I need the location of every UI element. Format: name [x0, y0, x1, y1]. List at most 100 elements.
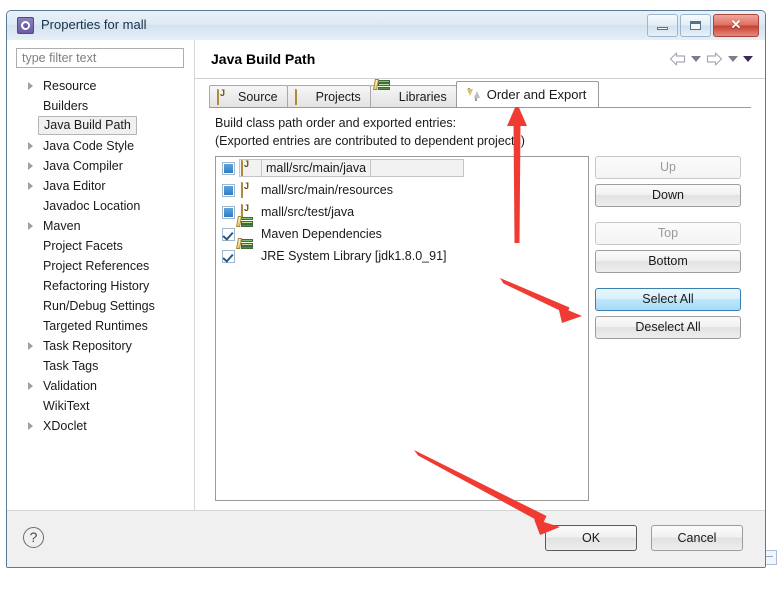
tab-projects[interactable]: Projects: [286, 85, 371, 107]
sidebar-item-label: Project References: [43, 259, 150, 273]
source-folder-icon: [241, 160, 257, 176]
maximize-button[interactable]: [680, 14, 711, 37]
sidebar-item-label: Java Compiler: [43, 159, 123, 173]
sidebar-item-label: Task Tags: [43, 359, 99, 373]
sidebar-item-java-build-path[interactable]: Java Build Path: [7, 116, 194, 136]
sidebar-item-label: Java Code Style: [43, 139, 135, 153]
sidebar-item-label: Java Editor: [43, 179, 106, 193]
sidebar-item-label: WikiText: [43, 399, 90, 413]
sidebar-item-wikitext[interactable]: WikiText: [7, 396, 194, 416]
sidebar-item-xdoclet[interactable]: XDoclet: [7, 416, 194, 436]
build-path-tabs[interactable]: Source Projects Libraries Order and Export: [209, 78, 600, 107]
expand-triangle-icon[interactable]: [28, 182, 33, 190]
source-folder-icon: [217, 88, 233, 105]
classpath-entry-row[interactable]: JRE System Library [jdk1.8.0_91]: [216, 238, 588, 267]
minimize-button[interactable]: [647, 14, 678, 37]
sidebar-item-label: Targeted Runtimes: [43, 319, 148, 333]
classpath-entry-row[interactable]: mall/src/main/resources: [216, 179, 588, 201]
classpath-entry-label: mall/src/test/java: [261, 205, 355, 219]
description-line-1: Build class path order and exported entr…: [215, 116, 457, 130]
expand-triangle-icon[interactable]: [28, 342, 33, 350]
tab-label: Order and Export: [486, 87, 587, 102]
sidebar-item-label: Resource: [43, 79, 97, 93]
sidebar-item-builders[interactable]: Builders: [7, 96, 194, 116]
tab-order-and-export[interactable]: Order and Export: [455, 81, 600, 107]
sidebar-item-label: Javadoc Location: [43, 199, 141, 213]
select-all-button[interactable]: Select All: [595, 288, 741, 311]
expand-triangle-icon[interactable]: [28, 422, 33, 430]
filter-input[interactable]: type filter text: [16, 48, 184, 68]
page-pane: Java Build Path Source Projects Libraries O…: [195, 40, 765, 511]
forward-arrow-icon[interactable]: [706, 52, 723, 66]
sidebar-item-java-editor[interactable]: Java Editor: [7, 176, 194, 196]
sidebar-item-refactoring-history[interactable]: Refactoring History: [7, 276, 194, 296]
forward-dropdown-icon[interactable]: [728, 56, 738, 62]
sidebar-item-maven[interactable]: Maven: [7, 216, 194, 236]
classpath-entries-list[interactable]: mall/src/main/java mall/src/main/resource…: [215, 156, 589, 501]
window-controls: ✕: [647, 14, 759, 37]
sidebar-item-java-code-style[interactable]: Java Code Style: [7, 136, 194, 156]
sidebar-item-resource[interactable]: Resource: [7, 76, 194, 96]
sidebar-item-targeted-runtimes[interactable]: Targeted Runtimes: [7, 316, 194, 336]
page-title: Java Build Path: [211, 51, 316, 67]
classpath-entry-row[interactable]: Maven Dependencies: [216, 216, 588, 245]
sidebar-item-label: Run/Debug Settings: [43, 299, 155, 313]
expand-triangle-icon[interactable]: [28, 82, 33, 90]
bottom-button[interactable]: Bottom: [595, 250, 741, 273]
close-button[interactable]: ✕: [713, 14, 759, 37]
description-line-2: (Exported entries are contributed to dep…: [215, 134, 525, 148]
top-button: Top: [595, 222, 741, 245]
expand-triangle-icon[interactable]: [28, 162, 33, 170]
sidebar-item-project-facets[interactable]: Project Facets: [7, 236, 194, 256]
export-checkbox[interactable]: [222, 205, 235, 219]
source-folder-icon: [241, 182, 257, 198]
sidebar-item-label: XDoclet: [43, 419, 87, 433]
deselect-all-button[interactable]: Deselect All: [595, 316, 741, 339]
back-arrow-icon[interactable]: [669, 52, 686, 66]
projects-folder-icon: [294, 88, 311, 105]
classpath-entry-row[interactable]: mall/src/test/java: [216, 201, 588, 223]
help-icon[interactable]: ?: [23, 527, 44, 548]
export-checkbox[interactable]: [222, 249, 235, 263]
sidebar-item-java-compiler[interactable]: Java Compiler: [7, 156, 194, 176]
back-dropdown-icon[interactable]: [691, 56, 701, 62]
sidebar-item-project-references[interactable]: Project References: [7, 256, 194, 276]
down-button[interactable]: Down: [595, 184, 741, 207]
tab-label: Libraries: [398, 89, 447, 104]
dialog-titlebar[interactable]: Properties for mall ✕: [7, 11, 765, 41]
cancel-button[interactable]: Cancel: [651, 525, 743, 551]
sidebar-item-label: Maven: [43, 219, 81, 233]
tab-source[interactable]: Source: [209, 85, 288, 107]
export-checkbox[interactable]: [222, 227, 235, 241]
expand-triangle-icon[interactable]: [28, 382, 33, 390]
sidebar-item-label: Java Build Path: [38, 116, 137, 135]
order-export-icon: [466, 87, 482, 102]
up-button: Up: [595, 156, 741, 179]
classpath-entry-label: JRE System Library [jdk1.8.0_91]: [261, 249, 447, 263]
export-checkbox[interactable]: [222, 183, 235, 197]
ok-button[interactable]: OK: [545, 525, 637, 551]
settings-tree[interactable]: Resource Builders Java Build Path Java Code…: [7, 76, 194, 511]
sidebar-item-javadoc-location[interactable]: Javadoc Location: [7, 196, 194, 216]
classpath-entry-row[interactable]: mall/src/main/java: [216, 157, 588, 179]
entry-action-buttons: Up Down Top Bottom Select All Deselect All: [595, 156, 741, 339]
sidebar-item-label: Builders: [43, 99, 89, 113]
export-checkbox[interactable]: [222, 161, 235, 175]
sidebar-item-task-tags[interactable]: Task Tags: [7, 356, 194, 376]
minimize-icon: [657, 27, 668, 30]
tab-libraries[interactable]: Libraries: [369, 78, 457, 107]
view-menu-icon[interactable]: [743, 56, 753, 62]
sidebar-item-validation[interactable]: Validation: [7, 376, 194, 396]
expand-triangle-icon[interactable]: [28, 222, 33, 230]
sidebar-item-label: Task Repository: [43, 339, 132, 353]
sidebar-item-task-repository[interactable]: Task Repository: [7, 336, 194, 356]
source-folder-icon-glyph: [241, 160, 243, 176]
expand-triangle-icon[interactable]: [28, 142, 33, 150]
classpath-entry-label: Maven Dependencies: [261, 227, 382, 241]
maximize-icon: [690, 21, 701, 30]
settings-tree-pane: type filter text Resource Builders Java Bu…: [7, 40, 195, 511]
page-nav-tools: [669, 52, 753, 66]
dialog-footer: ? OK Cancel: [7, 510, 765, 567]
sidebar-item-run-debug-settings[interactable]: Run/Debug Settings: [7, 296, 194, 316]
libraries-books-icon: [372, 78, 394, 104]
